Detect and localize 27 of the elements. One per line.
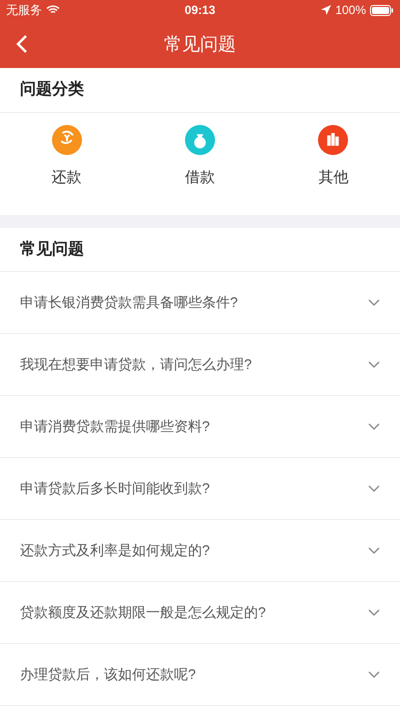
chevron-icon [368,546,380,554]
location-arrow-icon [321,5,332,15]
faq-item[interactable]: 申请消费贷款需提供哪些资料? [0,396,400,458]
battery-icon [370,4,394,16]
chevron-icon [368,608,380,616]
chevron-icon [368,422,380,430]
chevron-icon [368,360,380,368]
back-chevron-icon [16,34,28,54]
category-button[interactable]: 还款 [0,125,134,190]
chevron-icon [368,670,380,678]
faq-item[interactable]: 申请长银消费贷款需具备哪些条件? [0,272,400,334]
faq-item[interactable]: 贷款额度及还款期限一般是怎么规定的? [0,582,400,644]
chevron-icon [368,484,380,492]
category-button[interactable]: 其他 [266,125,400,190]
chevron-icon [368,298,380,306]
carrier-text: 无服务 [6,2,42,19]
category-button[interactable]: 借款 [133,125,267,190]
faq-item[interactable]: 申请贷款后多长时间能收到款? [0,458,400,520]
section-title: 常见问题 [20,240,84,260]
battery-percent: 100% [335,2,366,19]
faq-item[interactable]: 我现在想要申请贷款，请问怎么办理? [0,334,400,396]
page-title: 常见问题 [164,32,236,56]
section-title: 问题分类 [20,80,84,100]
time-text: 09:13 [184,2,216,19]
wifi-icon [46,5,60,15]
faq-item[interactable]: 还款方式及利率是如何规定的? [0,520,400,582]
faq-item[interactable]: 办理贷款后，该如何还款呢? [0,644,400,706]
